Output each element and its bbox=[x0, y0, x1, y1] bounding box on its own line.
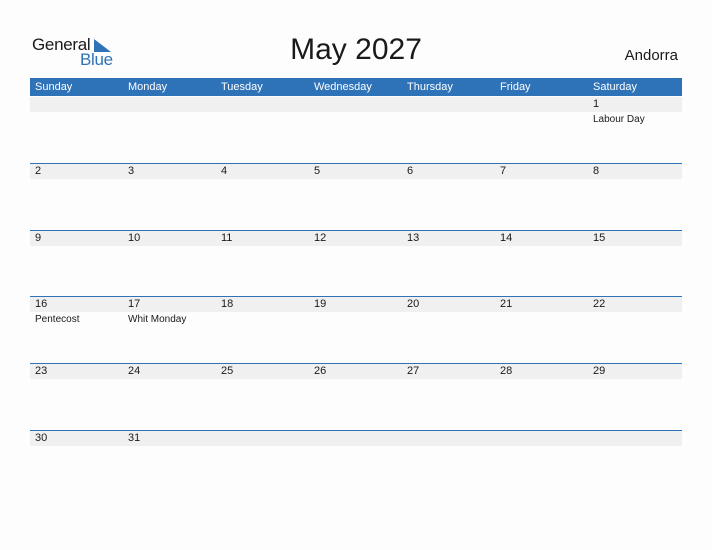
day-number: 25 bbox=[221, 365, 234, 377]
weekday-monday: Monday bbox=[128, 81, 168, 93]
week-row: 23 24 25 26 27 28 29 bbox=[30, 363, 682, 429]
day-number: 6 bbox=[407, 165, 414, 177]
day-number: 22 bbox=[593, 298, 606, 310]
day-number: 11 bbox=[221, 232, 233, 244]
day-number: 18 bbox=[221, 298, 234, 310]
day-number: 1 bbox=[593, 98, 600, 110]
day-number: 3 bbox=[128, 165, 135, 177]
page-title: May 2027 bbox=[290, 33, 422, 66]
day-number: 29 bbox=[593, 365, 606, 377]
day-number: 14 bbox=[500, 232, 513, 244]
weekday-wednesday: Wednesday bbox=[314, 81, 372, 93]
day-number: 12 bbox=[314, 232, 327, 244]
day-number: 28 bbox=[500, 365, 513, 377]
day-number: 31 bbox=[128, 432, 141, 444]
day-number: 9 bbox=[35, 232, 42, 244]
day-number: 5 bbox=[314, 165, 321, 177]
day-number: 20 bbox=[407, 298, 420, 310]
day-number: 23 bbox=[35, 365, 48, 377]
holiday-label: Whit Monday bbox=[128, 314, 187, 325]
day-number: 30 bbox=[35, 432, 48, 444]
weekday-tuesday: Tuesday bbox=[221, 81, 263, 93]
day-number: 27 bbox=[407, 365, 420, 377]
day-number: 10 bbox=[128, 232, 141, 244]
weekday-header: Sunday Monday Tuesday Wednesday Thursday… bbox=[30, 78, 682, 96]
date-strip bbox=[30, 97, 682, 112]
country-label: Andorra bbox=[624, 47, 678, 64]
weekday-friday: Friday bbox=[500, 81, 531, 93]
day-number: 7 bbox=[500, 165, 507, 177]
weekday-thursday: Thursday bbox=[407, 81, 453, 93]
day-number: 24 bbox=[128, 365, 141, 377]
day-number: 4 bbox=[221, 165, 228, 177]
week-row: 16 Pentecost 17 Whit Monday 18 19 20 21 22 bbox=[30, 296, 682, 362]
day-number: 16 bbox=[35, 298, 48, 310]
holiday-label: Labour Day bbox=[593, 114, 645, 125]
holiday-label: Pentecost bbox=[35, 314, 80, 325]
day-number: 8 bbox=[593, 165, 600, 177]
weekday-saturday: Saturday bbox=[593, 81, 638, 93]
week-row: 2 3 4 5 6 7 8 bbox=[30, 163, 682, 229]
day-number: 19 bbox=[314, 298, 327, 310]
day-number: 2 bbox=[35, 165, 42, 177]
week-row: 1 Labour Day bbox=[30, 96, 682, 162]
day-number: 13 bbox=[407, 232, 420, 244]
day-number: 15 bbox=[593, 232, 606, 244]
day-number: 21 bbox=[500, 298, 513, 310]
day-number: 17 bbox=[128, 298, 141, 310]
day-number: 26 bbox=[314, 365, 327, 377]
week-row: 9 10 11 12 13 14 15 bbox=[30, 230, 682, 296]
weekday-sunday: Sunday bbox=[35, 81, 73, 93]
week-row: 30 31 bbox=[30, 430, 682, 496]
